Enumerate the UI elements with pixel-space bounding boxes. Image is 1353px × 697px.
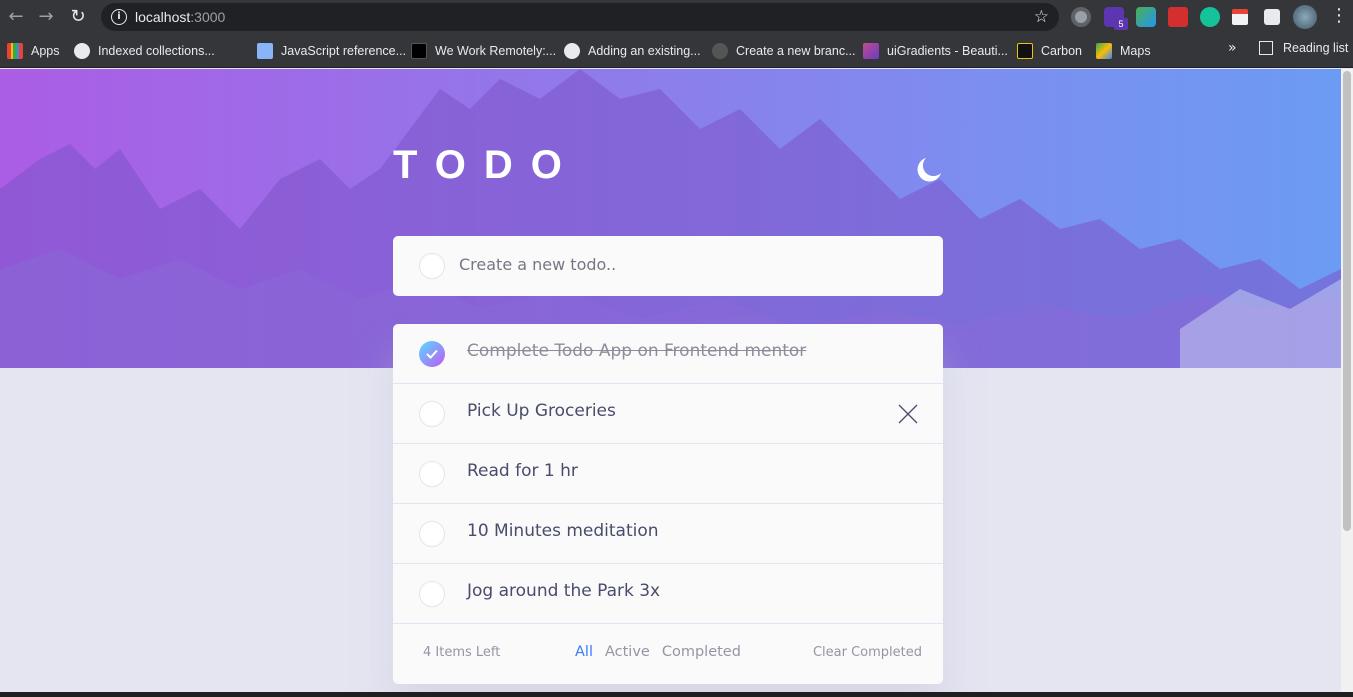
bookmark-item[interactable]: JavaScript reference... bbox=[257, 41, 406, 61]
close-icon[interactable] bbox=[898, 404, 918, 424]
filter-completed[interactable]: Completed bbox=[662, 644, 741, 660]
browser-menu-icon[interactable]: ⋮ bbox=[1330, 5, 1348, 27]
browser-toolbar: ← → ↻ i localhost:3000 ☆ 5 ⋮ bbox=[0, 0, 1353, 35]
forward-button[interactable]: → bbox=[36, 6, 56, 28]
url-text[interactable]: localhost:3000 bbox=[135, 9, 225, 25]
todo-item[interactable]: 10 Minutes meditation bbox=[393, 504, 943, 564]
site-info-icon[interactable]: i bbox=[111, 9, 127, 25]
todo-item-completed[interactable]: Complete Todo App on Frontend mentor bbox=[393, 324, 943, 384]
extension-icon[interactable] bbox=[1168, 7, 1188, 27]
bookmark-item[interactable]: uiGradients - Beauti... bbox=[863, 41, 1008, 61]
scrollbar-thumb[interactable] bbox=[1343, 71, 1351, 531]
bookmark-item[interactable]: Adding an existing... bbox=[564, 41, 701, 61]
reading-list-button[interactable]: Reading list bbox=[1259, 41, 1348, 55]
grammarly-icon[interactable] bbox=[1200, 7, 1220, 27]
new-todo-card bbox=[393, 236, 943, 296]
items-left-count: 4 Items Left bbox=[423, 645, 501, 660]
page-scrollbar[interactable] bbox=[1341, 69, 1353, 697]
clear-completed-button[interactable]: Clear Completed bbox=[813, 645, 922, 660]
address-bar[interactable]: i localhost:3000 ☆ bbox=[101, 3, 1059, 31]
filter-all[interactable]: All bbox=[575, 644, 593, 660]
bookmark-apps[interactable]: Apps bbox=[7, 41, 60, 61]
bookmarks-bar: Apps Indexed collections... JavaScript r… bbox=[0, 35, 1353, 68]
calendar-extension-icon[interactable] bbox=[1232, 9, 1248, 25]
todo-footer: 4 Items Left All Active Completed Clear … bbox=[393, 624, 943, 684]
carbon-icon bbox=[1017, 43, 1033, 59]
todo-item[interactable]: Pick Up Groceries bbox=[393, 384, 943, 444]
extensions-puzzle-icon[interactable] bbox=[1264, 9, 1280, 25]
more-bookmarks-icon[interactable]: » bbox=[1228, 40, 1237, 56]
filter-active[interactable]: Active bbox=[605, 644, 650, 660]
new-todo-input[interactable] bbox=[459, 255, 919, 274]
extension-icon[interactable] bbox=[1136, 7, 1156, 27]
back-button[interactable]: ← bbox=[6, 6, 26, 28]
todo-text: Read for 1 hr bbox=[467, 461, 578, 481]
mdn-icon bbox=[257, 43, 273, 59]
wwr-icon bbox=[411, 43, 427, 59]
bookmark-item[interactable]: Maps bbox=[1096, 41, 1151, 61]
completed-check-icon[interactable] bbox=[419, 341, 445, 367]
bookmark-item[interactable]: Carbon bbox=[1017, 41, 1082, 61]
page-title: TODO bbox=[393, 143, 580, 187]
taskbar-edge bbox=[0, 692, 1353, 697]
todo-check-circle[interactable] bbox=[419, 461, 445, 487]
profile-avatar[interactable] bbox=[1293, 5, 1317, 29]
uigradients-icon bbox=[863, 43, 879, 59]
new-todo-check-circle[interactable] bbox=[419, 253, 445, 279]
globe-icon bbox=[74, 43, 90, 59]
apps-grid-icon bbox=[7, 43, 23, 59]
maps-icon bbox=[1096, 43, 1112, 59]
reading-list-icon bbox=[1259, 41, 1273, 55]
todo-text: 10 Minutes meditation bbox=[467, 521, 659, 541]
todo-text: Complete Todo App on Frontend mentor bbox=[467, 341, 807, 361]
todo-item[interactable]: Read for 1 hr bbox=[393, 444, 943, 504]
todo-check-circle[interactable] bbox=[419, 521, 445, 547]
github-icon bbox=[564, 43, 580, 59]
reload-button[interactable]: ↻ bbox=[68, 6, 88, 28]
bookmark-star-icon[interactable]: ☆ bbox=[1034, 7, 1049, 27]
todo-check-circle[interactable] bbox=[419, 401, 445, 427]
extension-badge: 5 bbox=[1114, 18, 1128, 30]
todo-text: Jog around the Park 3x bbox=[467, 581, 661, 601]
todo-check-circle[interactable] bbox=[419, 581, 445, 607]
filter-group: All Active Completed bbox=[575, 644, 741, 660]
todo-item[interactable]: Jog around the Park 3x bbox=[393, 564, 943, 624]
moon-icon[interactable] bbox=[914, 156, 942, 184]
extension-icon[interactable] bbox=[1071, 7, 1091, 27]
bookmark-item[interactable]: We Work Remotely:... bbox=[411, 41, 556, 61]
bookmark-item[interactable]: Indexed collections... bbox=[74, 41, 215, 61]
github-icon bbox=[712, 43, 728, 59]
bookmark-item[interactable]: Create a new branc... bbox=[712, 41, 856, 61]
todo-text: Pick Up Groceries bbox=[467, 401, 616, 421]
todo-list: Complete Todo App on Frontend mentor Pic… bbox=[393, 324, 943, 684]
